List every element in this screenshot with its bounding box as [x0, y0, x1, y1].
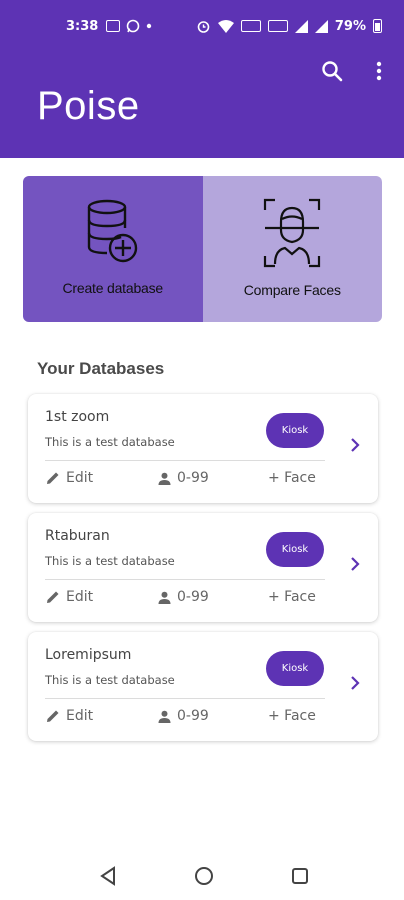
back-icon — [100, 866, 115, 886]
message-icon — [106, 20, 121, 32]
notification-icons — [106, 19, 152, 33]
back-button[interactable] — [97, 865, 119, 887]
age-range-label: 0-99 — [177, 589, 209, 605]
add-face-button[interactable]: + Face — [268, 470, 316, 486]
edit-label: Edit — [66, 708, 94, 724]
volte-icon — [240, 20, 261, 32]
database-add-icon — [87, 199, 137, 263]
database-name: 1st zoom — [45, 409, 110, 425]
system-nav-bar — [0, 852, 404, 900]
database-description: This is a test database — [45, 673, 175, 687]
person-icon — [158, 710, 171, 723]
pencil-icon — [47, 591, 59, 603]
compare-faces-label: Compare Faces — [243, 282, 341, 298]
pencil-icon — [47, 472, 59, 484]
overflow-menu-button[interactable] — [367, 58, 391, 84]
database-description: This is a test database — [45, 435, 175, 449]
chevron-right-icon[interactable] — [348, 674, 362, 692]
system-icons: 79% — [196, 19, 382, 34]
age-range: 0-99 — [158, 589, 209, 605]
home-button[interactable] — [193, 865, 215, 887]
recents-button[interactable] — [289, 865, 311, 887]
age-range: 0-99 — [158, 470, 209, 486]
age-range-label: 0-99 — [177, 470, 209, 486]
edit-button[interactable]: Edit — [46, 708, 93, 724]
battery-icon — [373, 19, 382, 33]
signal-icon — [294, 19, 308, 33]
wifi-icon — [217, 19, 234, 33]
app-bar: 3:38 79% Poise — [0, 0, 404, 158]
app-title: Poise — [37, 84, 140, 128]
battery-percent: 79% — [334, 18, 366, 34]
database-name: Loremipsum — [45, 647, 132, 663]
search-icon — [322, 61, 343, 82]
pencil-icon — [47, 710, 59, 722]
compare-faces-button[interactable]: Compare Faces — [202, 176, 382, 322]
dot-icon — [147, 23, 152, 29]
database-card[interactable]: Rtaburan This is a test database Kiosk E… — [28, 513, 378, 622]
edit-button[interactable]: Edit — [46, 470, 93, 486]
edit-label: Edit — [66, 589, 94, 605]
search-button[interactable] — [320, 58, 344, 84]
card-divider — [45, 460, 325, 461]
add-face-button[interactable]: + Face — [268, 708, 316, 724]
age-range-label: 0-99 — [177, 708, 209, 724]
chevron-right-icon[interactable] — [348, 555, 362, 573]
kiosk-badge[interactable]: Kiosk — [266, 532, 324, 567]
recents-icon — [292, 868, 308, 884]
status-bar: 3:38 79% — [0, 0, 404, 52]
edit-button[interactable]: Edit — [46, 589, 93, 605]
card-divider — [45, 698, 325, 699]
whatsapp-icon — [127, 19, 140, 33]
database-card[interactable]: 1st zoom This is a test database Kiosk E… — [28, 394, 378, 503]
signal-icon-2 — [314, 19, 328, 33]
volte-icon-2 — [267, 20, 288, 32]
age-range: 0-99 — [158, 708, 209, 724]
edit-label: Edit — [66, 470, 94, 486]
kiosk-badge[interactable]: Kiosk — [266, 651, 324, 686]
person-icon — [158, 591, 171, 604]
status-time: 3:38 — [66, 18, 99, 34]
section-title: Your Databases — [37, 359, 165, 378]
more-vert-icon — [376, 61, 382, 81]
alarm-icon — [197, 20, 210, 33]
home-icon — [195, 867, 213, 885]
create-database-label: Create database — [62, 280, 164, 296]
database-name: Rtaburan — [45, 528, 110, 544]
face-scan-icon — [264, 198, 321, 268]
create-database-button[interactable]: Create database — [23, 176, 203, 322]
person-icon — [158, 472, 171, 485]
card-divider — [45, 579, 325, 580]
action-tiles: Create database Compare Faces — [23, 176, 382, 322]
kiosk-badge[interactable]: Kiosk — [266, 413, 324, 448]
chevron-right-icon[interactable] — [348, 436, 362, 454]
database-card[interactable]: Loremipsum This is a test database Kiosk… — [28, 632, 378, 741]
database-description: This is a test database — [45, 554, 175, 568]
add-face-button[interactable]: + Face — [268, 589, 316, 605]
